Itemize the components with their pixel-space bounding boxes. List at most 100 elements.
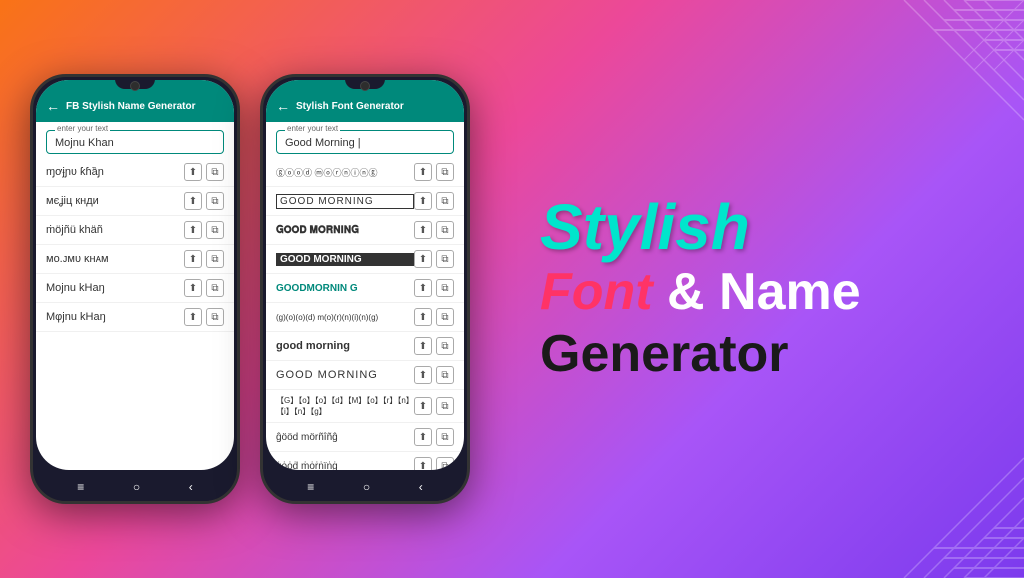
nav-home-2[interactable]: ○ <box>363 480 370 494</box>
nav-menu-1[interactable]: ≡ <box>77 480 84 494</box>
nav-menu-2[interactable]: ≡ <box>307 480 314 494</box>
phone-1-input-value[interactable]: Mojnu Khan <box>55 135 215 149</box>
phone-1-input-field[interactable]: enter your text Mojnu Khan <box>46 130 224 154</box>
brand-font-name-text: Font & Name <box>540 264 861 321</box>
share-btn-p2-7[interactable]: ⬆ <box>414 337 432 355</box>
corner-pattern-top-right <box>864 0 1024 160</box>
font-text-p2-7: good morning <box>276 340 414 352</box>
font-actions-p2-2: ⬆ ⧉ <box>414 192 454 210</box>
share-btn-p2-8[interactable]: ⬆ <box>414 366 432 384</box>
list-item: GOOD MORNING ⬆ ⧉ <box>266 245 464 274</box>
phone-1-screen: ← FB Stylish Name Generator enter your t… <box>36 80 234 470</box>
share-btn-p2-6[interactable]: ⬆ <box>414 308 432 326</box>
share-btn-p2-4[interactable]: ⬆ <box>414 250 432 268</box>
share-btn-p2-3[interactable]: ⬆ <box>414 221 432 239</box>
phone-2-title: Stylish Font Generator <box>296 101 404 112</box>
share-btn-p2-10[interactable]: ⬆ <box>414 428 432 446</box>
share-btn-6[interactable]: ⬆ <box>184 308 202 326</box>
list-item: ᴍᴏ.ᴊᴍᴜ ᴋʜᴀᴍ ⬆ ⧉ <box>36 245 234 274</box>
share-btn-1[interactable]: ⬆ <box>184 163 202 181</box>
list-item: (g)(o)(o)(d) m(o)(r)(n)(i)(n)(g) ⬆ ⧉ <box>266 303 464 332</box>
copy-btn-4[interactable]: ⧉ <box>206 250 224 268</box>
share-btn-p2-2[interactable]: ⬆ <box>414 192 432 210</box>
phone-2-camera <box>360 81 370 91</box>
copy-btn-p2-8[interactable]: ⧉ <box>436 366 454 384</box>
phone-1-font-list: ɱơɉɲʋ ƙɦȁɲ ⬆ ⧉ мєʝiц кнди ⬆ ⧉ ṁöjñü khäñ <box>36 158 234 470</box>
phone-1-camera <box>130 81 140 91</box>
font-actions-6: ⬆ ⧉ <box>184 308 224 326</box>
phone-1: ← FB Stylish Name Generator enter your t… <box>30 74 240 504</box>
font-actions-p2-4: ⬆ ⧉ <box>414 250 454 268</box>
copy-btn-p2-7[interactable]: ⧉ <box>436 337 454 355</box>
share-btn-p2-5[interactable]: ⬆ <box>414 279 432 297</box>
phone-2-bottom: ≡ ○ ‹ <box>263 473 467 501</box>
font-actions-p2-5: ⬆ ⧉ <box>414 279 454 297</box>
nav-back-2[interactable]: ‹ <box>419 480 423 494</box>
font-text-p2-5: GOODMORNIN G <box>276 283 414 294</box>
nav-back-1[interactable]: ‹ <box>189 480 193 494</box>
share-btn-p2-9[interactable]: ⬆ <box>414 397 432 415</box>
font-text-2: мєʝiц кнди <box>46 195 184 207</box>
font-text-1: ɱơɉɲʋ ƙɦȁɲ <box>46 166 184 178</box>
font-text-p2-11: ġȯȯḋ ṁȯṙṅïṅġ <box>276 461 414 471</box>
font-actions-2: ⬆ ⧉ <box>184 192 224 210</box>
phone-2-input-label: enter your text <box>285 124 340 133</box>
list-item: ṁöjñü khäñ ⬆ ⧉ <box>36 216 234 245</box>
copy-btn-p2-10[interactable]: ⧉ <box>436 428 454 446</box>
phone-1-bottom: ≡ ○ ‹ <box>33 473 237 501</box>
font-actions-p2-6: ⬆ ⧉ <box>414 308 454 326</box>
share-btn-5[interactable]: ⬆ <box>184 279 202 297</box>
phone-1-back-arrow[interactable]: ← <box>46 98 60 114</box>
list-item: 𝐆𝐎𝐎𝐃 𝐌𝐎𝐑𝐍𝐈𝐍𝐆 ⬆ ⧉ <box>266 216 464 245</box>
phone-1-input-label: enter your text <box>55 124 110 133</box>
font-text-4: ᴍᴏ.ᴊᴍᴜ ᴋʜᴀᴍ <box>46 253 184 265</box>
copy-btn-p2-3[interactable]: ⧉ <box>436 221 454 239</box>
brand-font-text: Font <box>540 263 653 321</box>
copy-btn-p2-11[interactable]: ⧉ <box>436 457 454 470</box>
copy-btn-5[interactable]: ⧉ <box>206 279 224 297</box>
copy-btn-p2-6[interactable]: ⧉ <box>436 308 454 326</box>
font-text-p2-3: 𝐆𝐎𝐎𝐃 𝐌𝐎𝐑𝐍𝐈𝐍𝐆 <box>276 225 414 236</box>
copy-btn-p2-4[interactable]: ⧉ <box>436 250 454 268</box>
copy-btn-6[interactable]: ⧉ <box>206 308 224 326</box>
copy-btn-p2-1[interactable]: ⧉ <box>436 163 454 181</box>
font-text-p2-10: ĝööd mörñîñĝ <box>276 432 414 443</box>
list-item: Mojnu kHaŋ ⬆ ⧉ <box>36 274 234 303</box>
font-actions-p2-11: ⬆ ⧉ <box>414 457 454 470</box>
font-text-3: ṁöjñü khäñ <box>46 224 184 236</box>
font-text-p2-1: ⓖⓞⓞⓓ ⓜⓞⓡⓝⓘⓝⓖ <box>276 166 414 179</box>
phone-2-back-arrow[interactable]: ← <box>276 98 290 114</box>
share-btn-3[interactable]: ⬆ <box>184 221 202 239</box>
copy-btn-3[interactable]: ⧉ <box>206 221 224 239</box>
font-actions-p2-3: ⬆ ⧉ <box>414 221 454 239</box>
brand-stylish-text: Stylish <box>540 195 750 259</box>
copy-btn-p2-2[interactable]: ⧉ <box>436 192 454 210</box>
nav-home-1[interactable]: ○ <box>133 480 140 494</box>
font-actions-4: ⬆ ⧉ <box>184 250 224 268</box>
font-actions-1: ⬆ ⧉ <box>184 163 224 181</box>
font-text-p2-9: 【G】【o】【o】【d】【M】【o】【r】【n】【i】【n】【g】 <box>276 395 414 417</box>
phone-2-screen: ← Stylish Font Generator enter your text… <box>266 80 464 470</box>
copy-btn-1[interactable]: ⧉ <box>206 163 224 181</box>
list-item: GOOD MORNING ⬆ ⧉ <box>266 187 464 216</box>
phone-2-input-field[interactable]: enter your text Good Morning | <box>276 130 454 154</box>
font-actions-5: ⬆ ⧉ <box>184 279 224 297</box>
font-actions-p2-8: ⬆ ⧉ <box>414 366 454 384</box>
share-btn-4[interactable]: ⬆ <box>184 250 202 268</box>
branding: Stylish Font & Name Generator <box>500 175 1024 403</box>
list-item: ɱơɉɲʋ ƙɦȁɲ ⬆ ⧉ <box>36 158 234 187</box>
share-btn-p2-11[interactable]: ⬆ <box>414 457 432 470</box>
list-item: GOOD MORNING ⬆ ⧉ <box>266 361 464 390</box>
share-btn-p2-1[interactable]: ⬆ <box>414 163 432 181</box>
list-item: мєʝiц кнди ⬆ ⧉ <box>36 187 234 216</box>
copy-btn-p2-5[interactable]: ⧉ <box>436 279 454 297</box>
phone-2: ← Stylish Font Generator enter your text… <box>260 74 470 504</box>
font-text-p2-4: GOOD MORNING <box>276 253 414 266</box>
phone-2-input-value[interactable]: Good Morning | <box>285 135 445 149</box>
copy-btn-p2-9[interactable]: ⧉ <box>436 397 454 415</box>
font-text-p2-2: GOOD MORNING <box>276 194 414 209</box>
brand-generator-text: Generator <box>540 326 789 383</box>
copy-btn-2[interactable]: ⧉ <box>206 192 224 210</box>
share-btn-2[interactable]: ⬆ <box>184 192 202 210</box>
font-text-5: Mojnu kHaŋ <box>46 282 184 294</box>
